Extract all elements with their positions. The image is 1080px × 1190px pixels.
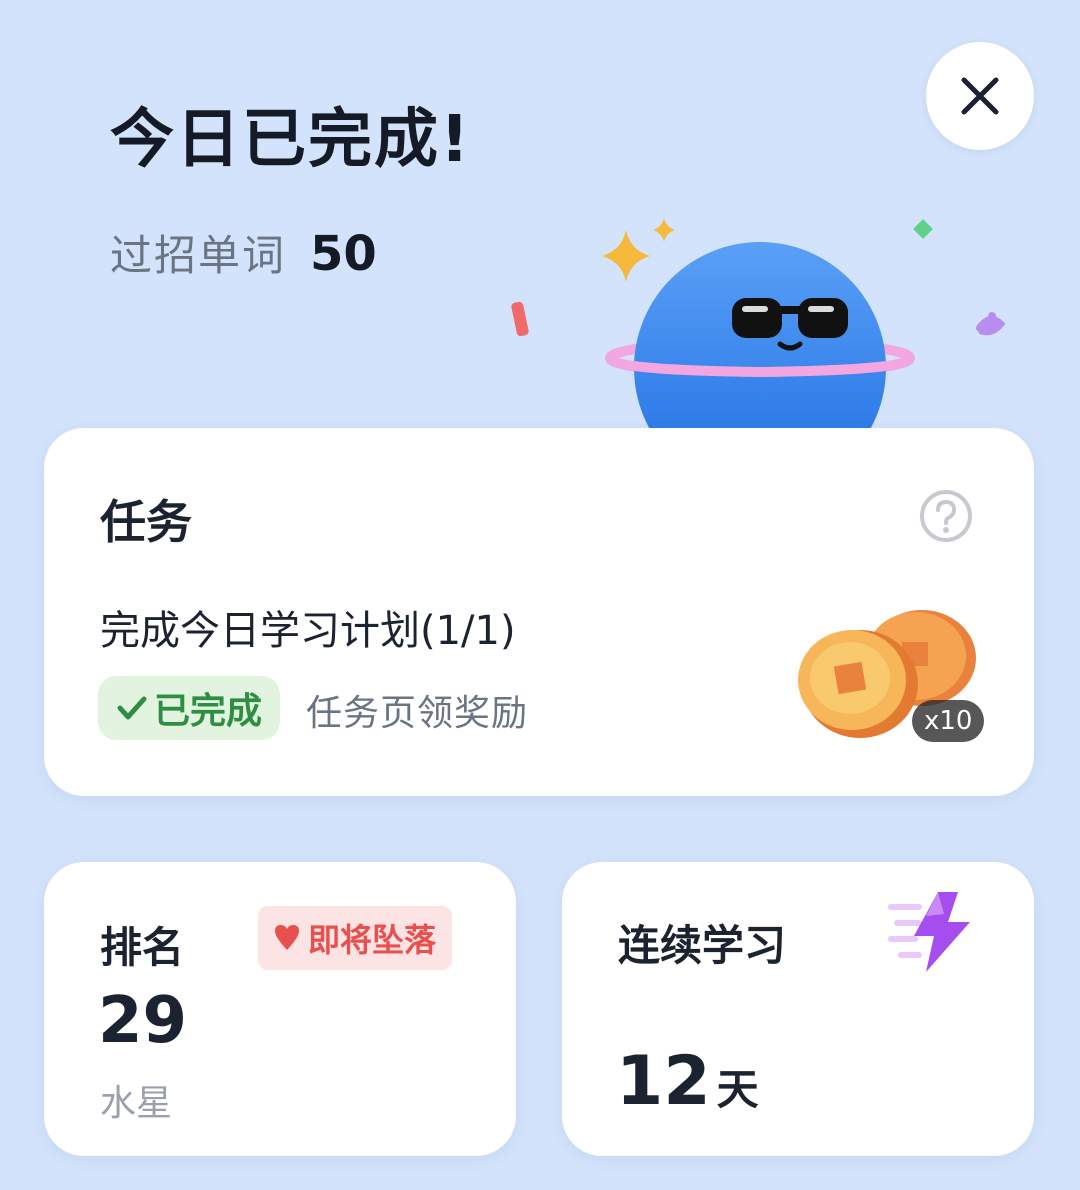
task-name: 完成今日学习计划(1/1): [100, 608, 516, 654]
task-card-title: 任务: [100, 495, 192, 549]
task-card: 任务 完成今日学习计划(1/1) 已完成 任务页领奖励 x10: [44, 428, 1034, 796]
reward-hint: 任务页领奖励: [306, 693, 529, 734]
check-icon: [117, 696, 147, 720]
rank-league: 水星: [100, 1083, 173, 1124]
sparkle-icon: [602, 230, 650, 282]
streak-value: 12: [616, 1042, 711, 1121]
completed-badge: 已完成: [98, 676, 281, 740]
streak-card[interactable]: 连续学习 12 天: [562, 862, 1034, 1156]
streak-unit: 天: [716, 1065, 759, 1114]
completed-label: 已完成: [154, 691, 263, 732]
rank-card[interactable]: 排名 即将坠落 29 水星: [44, 862, 516, 1156]
heart-down-icon: [275, 925, 299, 950]
reward-count-badge: x10: [912, 700, 985, 742]
planet-mascot: [511, 218, 1006, 440]
rank-warning-badge: 即将坠落: [258, 906, 453, 970]
rank-value: 29: [98, 984, 188, 1058]
streak-title: 连续学习: [618, 921, 787, 970]
words-count: 50: [310, 226, 377, 282]
streak-summary: 12 天: [616, 1042, 759, 1121]
sparkle-icon: [653, 218, 675, 242]
words-label: 过招单词: [110, 231, 287, 280]
question-circle-icon[interactable]: [918, 488, 974, 544]
rank-title: 排名: [100, 923, 185, 972]
page-title: 今日已完成!: [110, 103, 472, 177]
close-icon: [961, 77, 999, 115]
lightning-bolt-icon: [888, 892, 970, 972]
close-button[interactable]: [926, 42, 1034, 150]
rank-warning-label: 即将坠落: [308, 921, 437, 959]
words-summary: 过招单词 50: [110, 222, 377, 283]
